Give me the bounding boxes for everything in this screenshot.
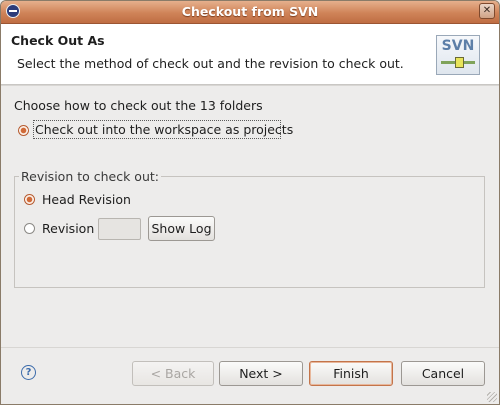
resize-grip[interactable]	[487, 392, 497, 402]
svn-logo-icon: SVN	[436, 35, 480, 75]
help-icon[interactable]: ?	[21, 365, 36, 380]
page-title: Check Out As	[11, 33, 105, 48]
head-revision-label[interactable]: Head Revision	[42, 192, 131, 207]
next-button[interactable]: Next >	[219, 361, 303, 386]
show-log-button[interactable]: Show Log	[148, 216, 215, 241]
revision-label[interactable]: Revision	[42, 221, 94, 236]
svn-logo-text: SVN	[441, 38, 475, 54]
checkout-as-projects-radio[interactable]	[18, 125, 29, 136]
banner-separator	[1, 85, 499, 86]
revision-number-input[interactable]	[98, 218, 141, 240]
checkout-dialog: Checkout from SVN ✕ Check Out As Select …	[0, 0, 500, 405]
revision-group-title: Revision to check out:	[19, 169, 161, 184]
back-button[interactable]: < Back	[132, 361, 214, 386]
checkout-method-prompt: Choose how to check out the 13 folders	[14, 98, 263, 113]
revision-radio[interactable]	[24, 223, 35, 234]
title-bar[interactable]: Checkout from SVN ✕	[1, 1, 499, 24]
checkout-as-projects-label[interactable]: Check out into the workspace as projects	[35, 122, 293, 137]
cancel-button[interactable]: Cancel	[401, 361, 485, 386]
close-icon[interactable]: ✕	[479, 3, 495, 19]
head-revision-radio[interactable]	[24, 194, 35, 205]
page-description: Select the method of check out and the r…	[17, 56, 404, 71]
footer-separator	[1, 347, 499, 348]
wizard-banner: Check Out As Select the method of check …	[1, 24, 499, 85]
window-title: Checkout from SVN	[181, 4, 319, 19]
finish-button[interactable]: Finish	[309, 361, 393, 386]
